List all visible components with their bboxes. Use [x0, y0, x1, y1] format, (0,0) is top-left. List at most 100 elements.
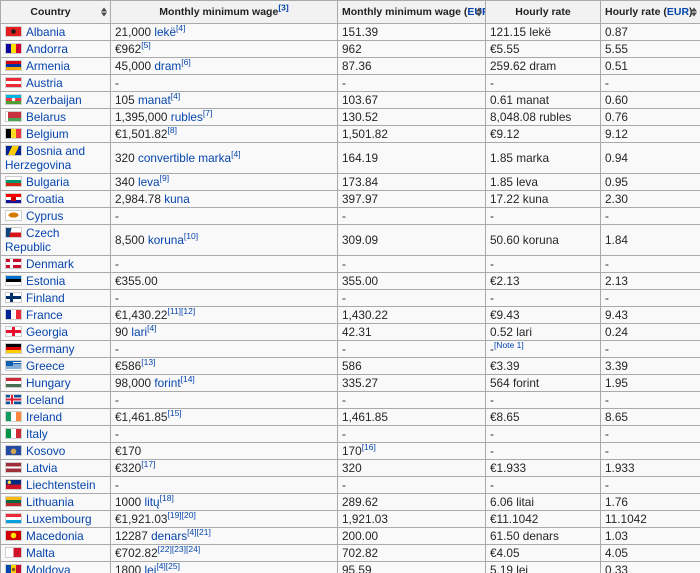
country-link[interactable]: Azerbaijan: [26, 93, 82, 107]
cell-text: 0.24: [605, 325, 628, 339]
malta-flag-icon: [5, 547, 22, 558]
hourly-rate-cell: -: [485, 425, 601, 443]
country-link[interactable]: Latvia: [26, 461, 57, 475]
country-cell: Hungary: [0, 374, 111, 392]
ref-link[interactable]: [Note 1]: [494, 342, 524, 351]
column-header-monthly-wage-eur[interactable]: Monthly minimum wage (EUR): [337, 0, 486, 24]
ref-link[interactable]: [4][25]: [156, 563, 180, 572]
currency-link[interactable]: litų: [145, 495, 160, 509]
cell-text: -: [342, 76, 346, 90]
italy-flag-icon: [5, 428, 22, 439]
ref-link[interactable]: [16]: [362, 444, 376, 453]
currency-link[interactable]: dram: [154, 59, 181, 73]
sort-icon[interactable]: [101, 7, 107, 17]
ref-link[interactable]: [22][23][24]: [158, 546, 201, 555]
ref-link[interactable]: [5]: [141, 42, 150, 51]
currency-link[interactable]: manat: [138, 93, 171, 107]
ref-link[interactable]: [7]: [203, 110, 212, 119]
cell-text: 8.65: [605, 410, 628, 424]
cell-text: -: [342, 342, 346, 356]
ref-link[interactable]: [4]: [176, 25, 185, 34]
ref-link[interactable]: [17]: [141, 461, 155, 470]
country-link[interactable]: Lithuania: [26, 495, 74, 509]
currency-link[interactable]: denars: [151, 529, 187, 543]
country-link[interactable]: Bulgaria: [26, 175, 69, 189]
currency-link[interactable]: koruna: [148, 233, 184, 247]
country-link[interactable]: Kosovo: [26, 444, 65, 458]
country-link[interactable]: Armenia: [26, 59, 70, 73]
country-cell: Denmark: [0, 255, 111, 273]
table-row: Moldova 1800 lei[4][25] 95.59 5.19 lei 0.33: [0, 561, 700, 573]
country-cell: Bulgaria: [0, 173, 111, 191]
country-link[interactable]: Albania: [26, 25, 65, 39]
country-link[interactable]: Belgium: [26, 127, 69, 141]
reference-sup: [7]: [203, 110, 212, 119]
cell-text: €1,430.22: [115, 308, 168, 322]
country-link[interactable]: Liechtenstein: [26, 478, 96, 492]
currency-link[interactable]: rubles: [171, 110, 203, 124]
country-link[interactable]: France: [26, 308, 63, 322]
country-link[interactable]: Andorra: [26, 42, 68, 56]
country-link[interactable]: Cyprus: [26, 209, 63, 223]
monthly-wage-eur-cell: 151.39: [337, 23, 486, 41]
monthly-wage-eur-cell: 962: [337, 40, 486, 58]
ref-link[interactable]: [3]: [278, 3, 288, 13]
country-link[interactable]: Malta: [26, 546, 55, 560]
country-link[interactable]: Ireland: [26, 410, 62, 424]
ref-link[interactable]: [8]: [167, 127, 176, 136]
country-link[interactable]: Belarus: [26, 110, 66, 124]
ref-link[interactable]: [13]: [141, 359, 155, 368]
table-row: Latvia €320[17] 320 €1.933 1.933: [0, 459, 700, 477]
country-link[interactable]: Denmark: [26, 257, 74, 271]
reference-sup: [8]: [167, 127, 176, 136]
reference-sup: [14]: [181, 376, 195, 385]
ref-link[interactable]: [11][12]: [167, 308, 195, 317]
currency-link[interactable]: forint: [154, 376, 180, 390]
sort-icon[interactable]: [691, 7, 697, 17]
country-link[interactable]: Macedonia: [26, 529, 84, 543]
country-link[interactable]: Moldova: [26, 563, 71, 573]
country-link[interactable]: Estonia: [26, 274, 65, 288]
country-link[interactable]: Hungary: [26, 376, 71, 390]
reference-sup: [9]: [160, 175, 169, 184]
cell-text: 1.95: [605, 376, 628, 390]
country-link[interactable]: Austria: [26, 76, 63, 90]
monthly-wage-cell: 320 convertible marka[4]: [110, 142, 338, 174]
country-link[interactable]: Iceland: [26, 393, 64, 407]
ref-link[interactable]: [4]: [147, 325, 156, 334]
country-link[interactable]: Croatia: [26, 192, 64, 206]
ref-link[interactable]: [4][21]: [187, 529, 211, 538]
hourly-rate-cell: 50.60 koruna: [485, 224, 601, 256]
country-link[interactable]: Finland: [26, 291, 65, 305]
monthly-wage-eur-cell: 95.59: [337, 561, 486, 573]
sort-icon[interactable]: [476, 7, 482, 17]
column-header-hourly-rate-eur[interactable]: Hourly rate (EUR): [600, 0, 700, 24]
country-link[interactable]: Georgia: [26, 325, 68, 339]
country-link[interactable]: Luxembourg: [26, 512, 92, 526]
currency-link[interactable]: lei: [145, 563, 157, 573]
currency-link[interactable]: kuna: [164, 192, 190, 206]
currency-link[interactable]: convertible marka: [138, 151, 231, 165]
currency-link[interactable]: lekë: [154, 25, 176, 39]
ref-link[interactable]: [18]: [160, 495, 174, 504]
ref-link[interactable]: [4]: [231, 149, 240, 159]
ref-link[interactable]: [19][20]: [167, 512, 195, 521]
ref-link[interactable]: [15]: [167, 410, 181, 419]
table-row: Kosovo €170 170[16] - -: [0, 442, 700, 460]
reference-sup: [19][20]: [167, 512, 195, 521]
ref-link[interactable]: [14]: [181, 376, 195, 385]
ref-link[interactable]: [6]: [181, 59, 190, 68]
header-label: Monthly minimum wage: [159, 6, 279, 18]
country-link[interactable]: Germany: [26, 342, 75, 356]
cell-text: -: [342, 478, 346, 492]
currency-link[interactable]: leva: [138, 175, 160, 189]
country-link[interactable]: Italy: [26, 427, 48, 441]
eur-link[interactable]: EUR: [667, 6, 689, 18]
ref-link[interactable]: [4]: [171, 93, 180, 102]
country-link[interactable]: Greece: [26, 359, 65, 373]
ref-link[interactable]: [10]: [184, 231, 198, 241]
currency-link[interactable]: lari: [131, 325, 147, 339]
ref-link[interactable]: [9]: [160, 175, 169, 184]
cell-text: 320: [115, 151, 138, 165]
column-header-country[interactable]: Country: [0, 0, 111, 24]
